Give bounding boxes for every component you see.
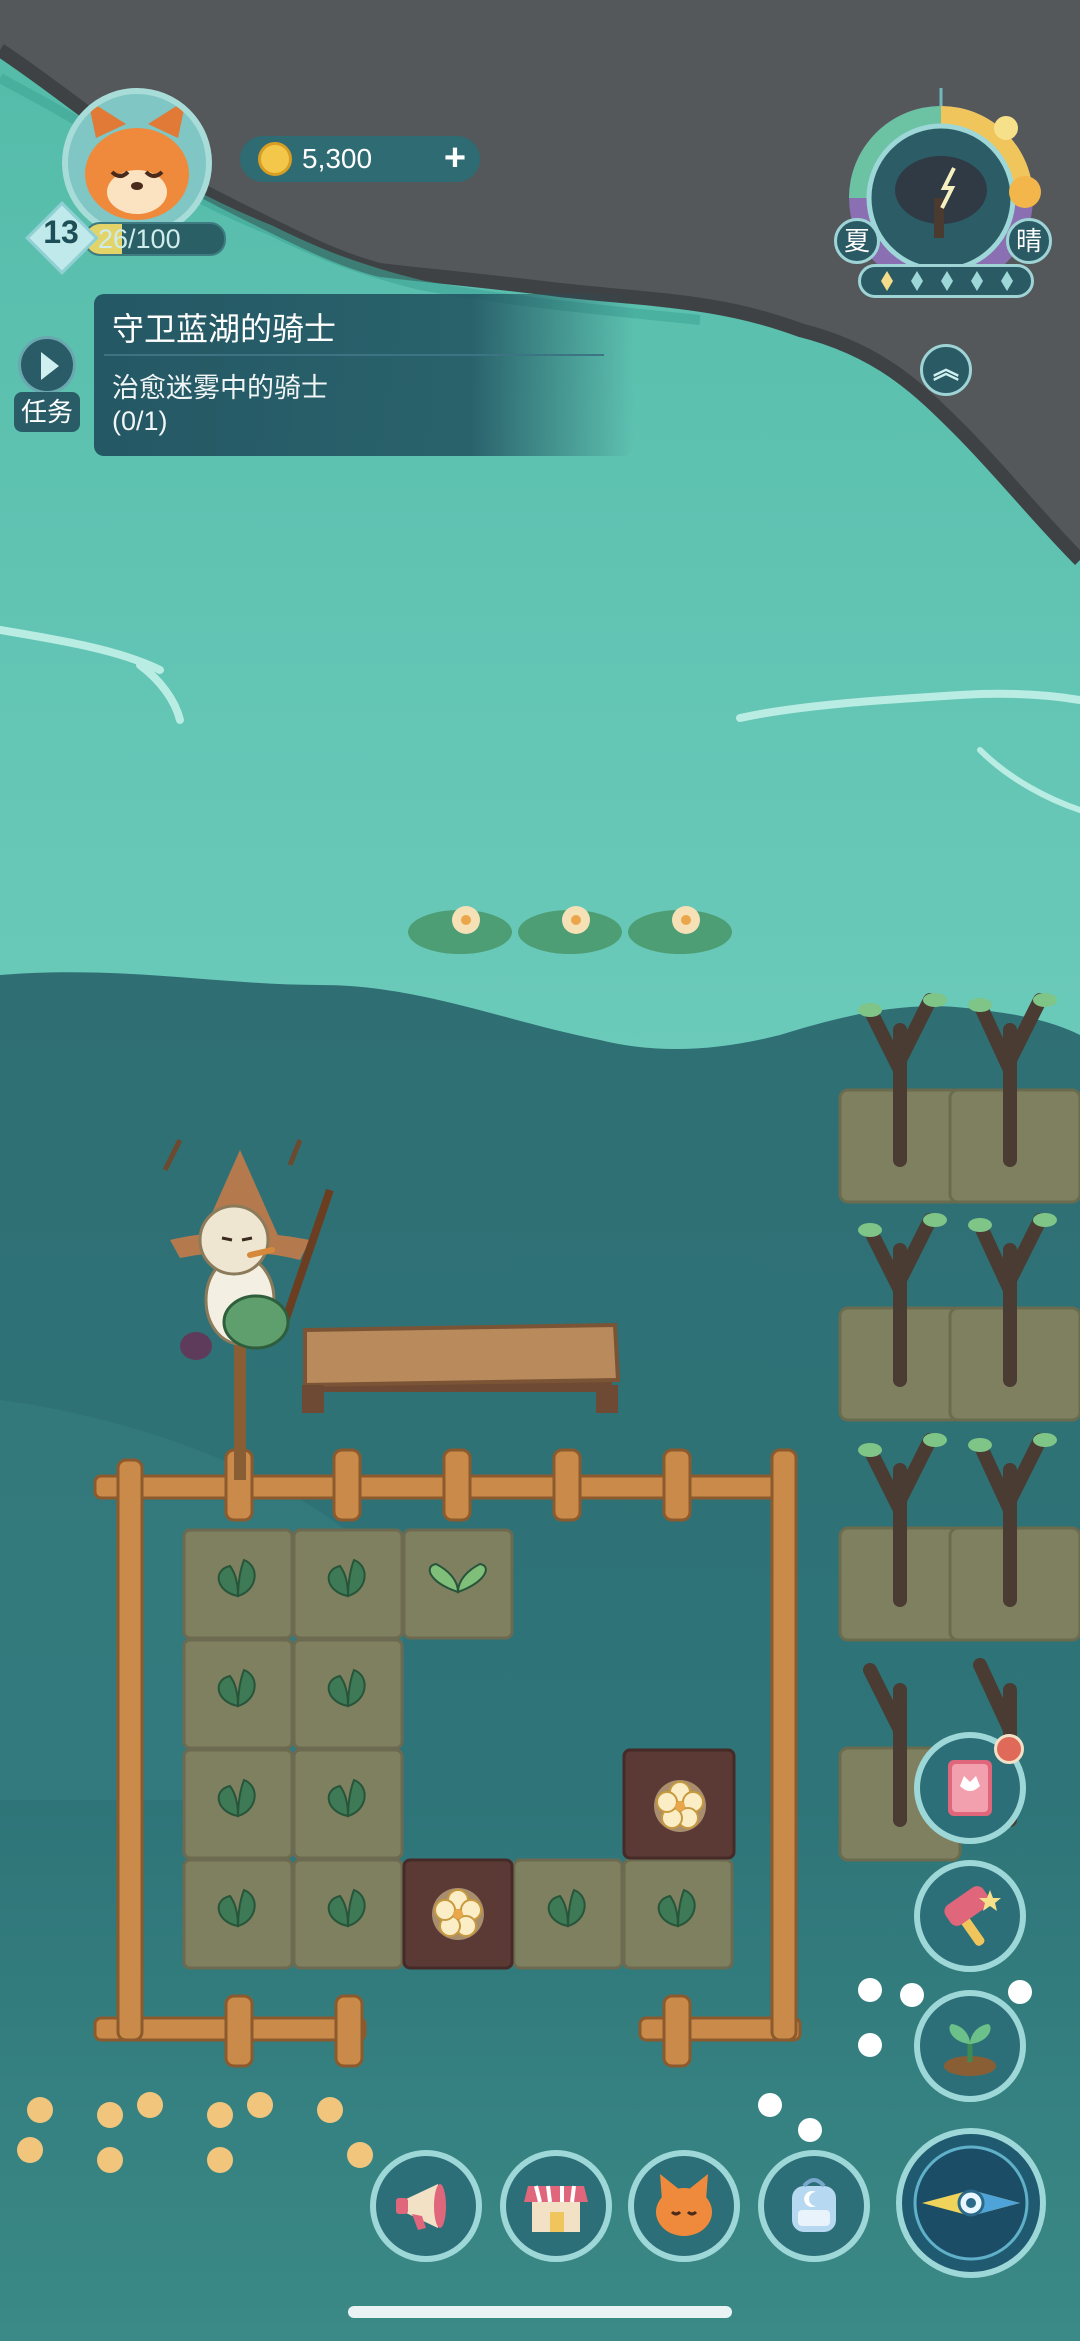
play-arrow-icon xyxy=(41,352,59,380)
quest-title: 守卫蓝湖的骑士 xyxy=(112,311,337,347)
season-label: 夏 xyxy=(834,218,880,264)
quest-panel[interactable]: 守卫蓝湖的骑士 治愈迷雾中的骑士 (0/1) xyxy=(94,294,634,456)
home-indicator[interactable] xyxy=(348,2306,732,2318)
coin-counter: 5,300 + xyxy=(240,136,480,182)
player-level: 13 xyxy=(43,214,79,250)
expand-weather-button[interactable]: ︽ xyxy=(920,344,972,396)
star-hammer-icon xyxy=(944,1886,1001,1946)
sprout-icon xyxy=(944,2024,996,2076)
xp-bar: 26/100 xyxy=(84,222,226,256)
quest-divider xyxy=(104,354,604,356)
notification-dot xyxy=(994,1734,1024,1764)
compass-icon xyxy=(913,2145,1029,2261)
weather-condition-label: 晴 xyxy=(1006,218,1052,264)
coin-icon xyxy=(258,142,292,176)
fox-icon xyxy=(656,2174,712,2236)
player-avatar[interactable] xyxy=(62,88,212,238)
quest-progress: (0/1) xyxy=(112,406,168,436)
weather-forecast-indicators xyxy=(858,264,1034,298)
shop-button[interactable] xyxy=(500,2150,612,2262)
quest-toggle-button[interactable] xyxy=(18,336,76,394)
forecast-dots xyxy=(881,271,1013,291)
fox-avatar-icon xyxy=(85,100,189,220)
quest-tab-label[interactable]: 任务 xyxy=(14,392,80,432)
announcement-button[interactable] xyxy=(370,2150,482,2262)
megaphone-icon xyxy=(396,2184,446,2230)
plant-button[interactable] xyxy=(914,1990,1026,2102)
backpack-icon xyxy=(792,2178,836,2232)
compass-button[interactable] xyxy=(896,2128,1046,2278)
backpack-button[interactable] xyxy=(758,2150,870,2262)
quest-description: 治愈迷雾中的骑士 xyxy=(112,373,328,403)
add-coins-button[interactable]: + xyxy=(436,139,474,178)
coin-amount: 5,300 xyxy=(302,143,373,174)
character-button[interactable] xyxy=(628,2150,740,2262)
lily-pads xyxy=(408,906,732,954)
shop-icon xyxy=(524,2185,588,2232)
double-chevron-up-icon: ︽ xyxy=(932,354,959,384)
hammer-button[interactable] xyxy=(914,1860,1026,1972)
xp-text: 26/100 xyxy=(98,224,181,254)
flower-book-button[interactable] xyxy=(914,1732,1026,1844)
